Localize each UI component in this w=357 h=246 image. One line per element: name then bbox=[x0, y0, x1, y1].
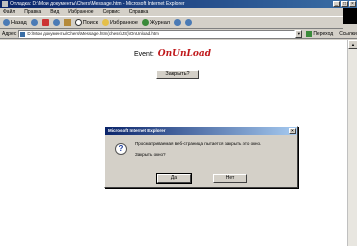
stop-button[interactable] bbox=[41, 19, 49, 26]
menu-bar: Файл Правка Вид Избранное Сервис Справка bbox=[0, 8, 357, 24]
menu-edit[interactable]: Правка bbox=[24, 8, 41, 16]
forward-button[interactable] bbox=[30, 19, 38, 26]
journal-label: Журнал bbox=[149, 19, 170, 26]
favorites-icon bbox=[102, 19, 110, 26]
mail-icon bbox=[173, 19, 181, 26]
home-icon bbox=[63, 19, 71, 26]
minimize-button[interactable]: _ bbox=[333, 1, 340, 7]
dialog-question: Закрыть окно? bbox=[135, 152, 166, 157]
stop-icon bbox=[41, 19, 49, 26]
refresh-icon bbox=[52, 19, 60, 26]
close-window-button[interactable]: × bbox=[349, 1, 356, 7]
menu-favorites[interactable]: Избранное bbox=[68, 8, 93, 16]
back-button[interactable]: Назад bbox=[3, 19, 27, 26]
menu-tools[interactable]: Сервис bbox=[103, 8, 120, 16]
window-title: Отладка: D:\Мои документы\Chers\Message.… bbox=[10, 1, 185, 7]
mail-button[interactable] bbox=[173, 19, 181, 26]
menu-view[interactable]: Вид bbox=[50, 8, 59, 16]
scroll-up-button[interactable]: ▲ bbox=[348, 40, 357, 49]
search-label: Поиск bbox=[82, 19, 99, 26]
history-icon bbox=[141, 19, 149, 26]
address-input[interactable]: D:\Мои документы\Chers\Message.htm(chess… bbox=[18, 29, 296, 38]
page-content: Event: OnUnLoad Закрыть? Microsoft Inter… bbox=[0, 40, 357, 246]
page-heading: Event: OnUnLoad bbox=[133, 49, 212, 59]
back-arrow-icon bbox=[3, 19, 10, 26]
page-icon bbox=[20, 31, 26, 37]
favorites-button[interactable]: Избранное bbox=[102, 19, 138, 26]
go-button[interactable]: Переход bbox=[306, 30, 334, 37]
confirm-dialog: Microsoft Internet Explorer × ? Просматр… bbox=[104, 126, 298, 188]
journal-button[interactable]: Журнал bbox=[141, 19, 170, 26]
back-label: Назад bbox=[11, 19, 27, 26]
maximize-button[interactable]: □ bbox=[341, 1, 348, 7]
heading-event: OnUnLoad bbox=[157, 49, 212, 59]
menu-help[interactable]: Справка bbox=[129, 8, 149, 16]
dialog-message: Просматриваемая веб-страница пытается за… bbox=[135, 141, 262, 146]
window-titlebar: Отладка: D:\Мои документы\Chers\Message.… bbox=[0, 0, 357, 8]
search-icon bbox=[74, 19, 82, 26]
go-label: Переход bbox=[313, 30, 334, 37]
vertical-scrollbar[interactable]: ▲ bbox=[347, 40, 357, 246]
close-page-button[interactable]: Закрыть? bbox=[156, 70, 199, 79]
links-button[interactable]: Ссылки bbox=[339, 31, 357, 37]
refresh-button[interactable] bbox=[52, 19, 60, 26]
yes-button[interactable]: Да bbox=[156, 173, 192, 184]
print-button[interactable] bbox=[184, 19, 192, 26]
home-button[interactable] bbox=[63, 19, 71, 26]
heading-label: Event bbox=[133, 51, 152, 58]
standard-toolbar: Назад Поиск Избранное Журнал bbox=[0, 16, 343, 29]
address-label: Адрес bbox=[2, 30, 17, 37]
window-controls: _ □ × bbox=[333, 1, 356, 7]
menu-file[interactable]: Файл bbox=[3, 8, 15, 16]
print-icon bbox=[184, 19, 192, 26]
no-button[interactable]: Нет bbox=[213, 174, 247, 183]
forward-arrow-icon bbox=[30, 19, 38, 26]
search-button[interactable]: Поиск bbox=[74, 19, 99, 26]
address-bar: Адрес D:\Мои документы\Chers\Message.htm… bbox=[0, 29, 357, 39]
favorites-label: Избранное bbox=[110, 19, 138, 26]
question-icon: ? bbox=[115, 143, 127, 155]
dialog-title: Microsoft Internet Explorer bbox=[108, 128, 166, 133]
address-dropdown-button[interactable]: ▼ bbox=[295, 29, 303, 38]
address-value: D:\Мои документы\Chers\Message.htm(chess… bbox=[27, 30, 159, 36]
dialog-close-button[interactable]: × bbox=[289, 128, 296, 134]
ie-logo-icon bbox=[2, 1, 8, 7]
dialog-titlebar: Microsoft Internet Explorer × bbox=[105, 127, 297, 135]
ie-throbber-icon bbox=[343, 8, 357, 24]
go-arrow-icon bbox=[306, 30, 313, 37]
